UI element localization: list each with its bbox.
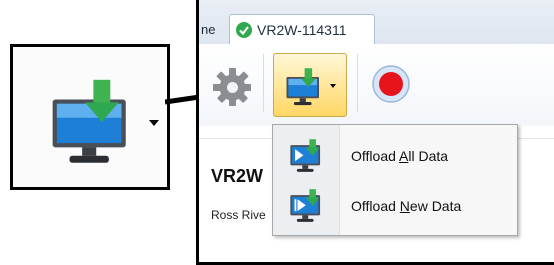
toolbar-separator <box>263 54 264 112</box>
offload-menu: Offload All Data Offload New Data <box>272 124 518 236</box>
zoom-callout <box>10 44 170 190</box>
offload-new-icon <box>290 189 321 222</box>
device-subtitle: Ross Rive <box>211 208 266 222</box>
monitor-download-icon <box>286 68 319 106</box>
tab-strip: ne VR2W-114311 <box>199 0 554 44</box>
tab-device[interactable]: VR2W-114311 <box>229 14 375 44</box>
offload-dropdown-button[interactable] <box>273 53 347 117</box>
tab-previous[interactable]: ne <box>201 22 215 37</box>
menu-item-offload-all[interactable]: Offload All Data <box>273 131 517 181</box>
toolbar <box>199 44 554 126</box>
check-circle-icon <box>236 22 252 38</box>
device-title: VR2W <box>211 166 264 186</box>
gear-icon[interactable] <box>211 66 253 108</box>
menu-item-offload-new-label: Offload New Data <box>351 198 462 214</box>
offload-all-icon <box>290 139 321 172</box>
record-icon[interactable] <box>371 64 411 104</box>
toolbar-separator <box>357 54 358 112</box>
menu-item-offload-new[interactable]: Offload New Data <box>273 181 517 231</box>
tab-device-label: VR2W-114311 <box>257 22 347 38</box>
chevron-down-icon <box>330 84 336 88</box>
menu-item-offload-all-label: Offload All Data <box>351 148 449 164</box>
dropdown-caret-large <box>149 120 159 126</box>
monitor-download-icon-large <box>52 79 126 163</box>
